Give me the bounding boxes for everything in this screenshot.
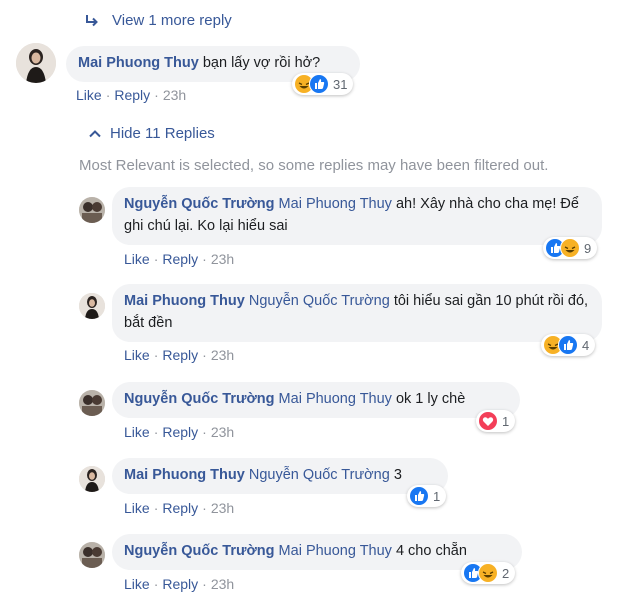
like-link[interactable]: Like: [76, 87, 102, 103]
mention-link[interactable]: Mai Phuong Thuy: [279, 196, 392, 212]
reaction-count: 31: [333, 76, 348, 92]
separator: ·: [153, 500, 159, 516]
mention-link[interactable]: Mai Phuong Thuy: [279, 391, 392, 407]
timestamp[interactable]: 23h: [211, 500, 234, 516]
avatar[interactable]: [79, 466, 105, 492]
love-reaction-icon: [478, 411, 498, 431]
reaction-count: 1: [502, 413, 510, 429]
like-link[interactable]: Like: [124, 347, 150, 363]
avatar[interactable]: [79, 293, 105, 319]
comment-text: bạn lấy vợ rồi hở?: [202, 55, 321, 71]
comment-bubble: Nguyễn Quốc Trường Mai Phuong Thuy 4 cho…: [112, 534, 522, 570]
separator: ·: [202, 424, 207, 440]
separator: ·: [105, 87, 111, 103]
comment-actions: Like · Reply · 23h: [124, 500, 234, 516]
hide-replies-link[interactable]: Hide 11 Replies: [88, 125, 215, 142]
comment-text: 3: [393, 467, 402, 483]
comment-actions: Like · Reply · 23h: [124, 347, 234, 363]
hide-replies-label: Hide 11 Replies: [110, 125, 215, 142]
reply-link[interactable]: Reply: [162, 347, 198, 363]
comment-actions: Like · Reply · 23h: [124, 424, 234, 440]
like-link[interactable]: Like: [124, 500, 150, 516]
filter-note: Most Relevant is selected, so some repli…: [79, 157, 549, 174]
separator: ·: [202, 251, 207, 267]
comment-actions: Like · Reply · 23h: [124, 576, 234, 592]
comment-actions: Like · Reply · 23h: [124, 251, 234, 267]
timestamp[interactable]: 23h: [211, 576, 234, 592]
timestamp[interactable]: 23h: [211, 347, 234, 363]
reaction-summary[interactable]: 31: [292, 73, 354, 95]
reaction-count: 1: [433, 488, 441, 504]
like-reaction-icon: [409, 486, 429, 506]
reaction-summary[interactable]: 2: [461, 562, 516, 584]
timestamp[interactable]: 23h: [211, 424, 234, 440]
reaction-summary[interactable]: 9: [543, 237, 598, 259]
haha-reaction-icon: [560, 238, 580, 258]
view-more-replies-label: View 1 more reply: [112, 12, 232, 29]
comment-author[interactable]: Nguyễn Quốc Trường: [124, 543, 275, 559]
comment-text: ok 1 ly chè: [395, 391, 466, 407]
reaction-summary[interactable]: 1: [407, 485, 447, 507]
comment-author[interactable]: Mai Phuong Thuy: [124, 293, 245, 309]
separator: ·: [153, 251, 159, 267]
comment-bubble: Nguyễn Quốc Trường Mai Phuong Thuy ok 1 …: [112, 382, 520, 418]
reply-link[interactable]: Reply: [162, 576, 198, 592]
comment-bubble: Mai Phuong Thuy Nguyễn Quốc Trường 3: [112, 458, 448, 494]
separator: ·: [153, 424, 159, 440]
comment-bubble: Nguyễn Quốc Trường Mai Phuong Thuy ah! X…: [112, 187, 602, 245]
separator: ·: [153, 576, 159, 592]
mention-link[interactable]: Nguyễn Quốc Trường: [249, 467, 390, 483]
separator: ·: [202, 576, 207, 592]
view-more-replies-link[interactable]: View 1 more reply: [84, 12, 232, 29]
chevron-up-icon: [88, 127, 102, 141]
timestamp[interactable]: 23h: [211, 251, 234, 267]
avatar[interactable]: [79, 542, 105, 568]
comment-author[interactable]: Mai Phuong Thuy: [124, 467, 245, 483]
reaction-count: 2: [502, 565, 510, 581]
comment-text: 4 cho chẵn: [395, 543, 467, 559]
comment-author[interactable]: Nguyễn Quốc Trường: [124, 391, 275, 407]
reply-arrow-icon: [84, 13, 100, 29]
reaction-summary[interactable]: 1: [476, 410, 516, 432]
avatar[interactable]: [79, 197, 105, 223]
like-link[interactable]: Like: [124, 576, 150, 592]
mention-link[interactable]: Mai Phuong Thuy: [279, 543, 392, 559]
timestamp[interactable]: 23h: [163, 87, 186, 103]
like-reaction-icon: [309, 74, 329, 94]
reaction-count: 4: [582, 337, 590, 353]
reply-link[interactable]: Reply: [114, 87, 150, 103]
reaction-count: 9: [584, 240, 592, 256]
like-link[interactable]: Like: [124, 424, 150, 440]
haha-reaction-icon: [478, 563, 498, 583]
mention-link[interactable]: Nguyễn Quốc Trường: [249, 293, 390, 309]
comment-bubble: Mai Phuong Thuy Nguyễn Quốc Trường tôi h…: [112, 284, 602, 342]
separator: ·: [153, 347, 159, 363]
comment-author[interactable]: Mai Phuong Thuy: [78, 55, 199, 71]
separator: ·: [202, 347, 207, 363]
reaction-summary[interactable]: 4: [541, 334, 596, 356]
avatar[interactable]: [79, 390, 105, 416]
separator: ·: [202, 500, 207, 516]
reply-link[interactable]: Reply: [162, 500, 198, 516]
separator: ·: [154, 87, 159, 103]
like-link[interactable]: Like: [124, 251, 150, 267]
reply-link[interactable]: Reply: [162, 251, 198, 267]
avatar[interactable]: [16, 43, 56, 83]
comment-actions: Like · Reply · 23h: [76, 87, 186, 103]
like-reaction-icon: [558, 335, 578, 355]
reply-link[interactable]: Reply: [162, 424, 198, 440]
comment-author[interactable]: Nguyễn Quốc Trường: [124, 196, 275, 212]
